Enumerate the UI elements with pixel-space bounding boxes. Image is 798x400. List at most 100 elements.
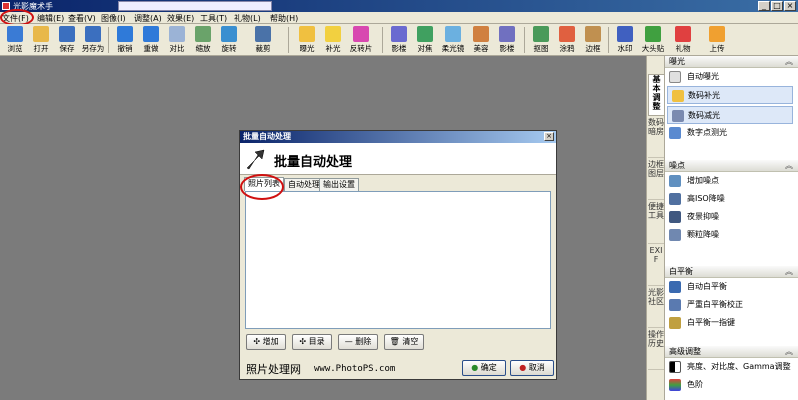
panel-item-grain-denoise[interactable]: 颗粒降噪 [665, 226, 798, 244]
rotate-icon [221, 26, 237, 42]
frame-button[interactable]: 边框 [580, 25, 606, 55]
app-icon [2, 2, 10, 10]
doodle-button[interactable]: 涂鸦 [554, 25, 580, 55]
panel-item-high-iso-denoise[interactable]: 高ISO降噪 [665, 190, 798, 208]
rotate-button[interactable]: 旋转 [216, 25, 242, 55]
footer-brand: 照片处理网 [246, 363, 301, 376]
tab-auto-process[interactable]: 自动处理 [284, 178, 324, 191]
toolbar-label: 影楼 [499, 44, 515, 53]
dialog-close-button[interactable]: × [544, 132, 554, 141]
toolbar-label: 美容 [473, 44, 489, 53]
panel-item-add-noise[interactable]: 增加噪点 [665, 172, 798, 190]
close-button[interactable]: × [784, 1, 796, 11]
toolbar-label: 撤销 [117, 44, 133, 53]
frame-icon [585, 26, 601, 42]
panel-item-fill-light[interactable]: 数码补光 [667, 86, 793, 104]
save-button[interactable]: 保存 [54, 25, 80, 55]
panel-item-strong-wb-correction[interactable]: 严重白平衡校正 [665, 296, 798, 314]
panel-item-reduce-light[interactable]: 数码减光 [667, 106, 793, 124]
menu-gifts[interactable]: 礼物(L) [234, 13, 261, 24]
folder-button[interactable]: ✣ 目录 [292, 334, 332, 350]
watermark-button[interactable]: 水印 [612, 25, 638, 55]
upload-button[interactable]: 上传 [704, 25, 730, 55]
minimize-button[interactable]: _ [758, 1, 770, 11]
cross-icon: ● [519, 363, 529, 372]
menu-tools[interactable]: 工具(T) [200, 13, 227, 24]
compare-icon [169, 26, 185, 42]
vtab-basic-adjust[interactable]: 基本调整 [648, 74, 664, 116]
soft-light-button[interactable]: 柔光镜 [440, 25, 466, 55]
lightbulb-icon [672, 90, 684, 102]
menu-help[interactable]: 帮助(H) [270, 13, 298, 24]
crop-button[interactable]: 裁剪 [250, 25, 276, 55]
eyedropper-icon [669, 317, 681, 329]
grain-icon [669, 229, 681, 241]
panel-item-wb-one-click[interactable]: 白平衡一指键 [665, 314, 798, 332]
collapse-icon[interactable]: ︽ [785, 266, 793, 278]
vtab-community[interactable]: 光影社区 [648, 288, 664, 328]
panel-item-auto-white-balance[interactable]: 自动白平衡 [665, 278, 798, 296]
right-panel: 基本调整 数码暗房 边框图层 便捷工具 EXIF 光影社区 操作历史 曝光 ︽ 自… [646, 56, 798, 400]
ok-button[interactable]: ● 确定 [462, 360, 506, 376]
toolbar-separator [524, 27, 525, 53]
menu-effects[interactable]: 效果(E) [167, 13, 194, 24]
vtab-quick-tools[interactable]: 便捷工具 [648, 202, 664, 244]
plus-icon: ✣ [299, 337, 309, 346]
menu-adjust[interactable]: 调整(A) [134, 13, 162, 24]
reverse-film-button[interactable]: 反转片 [348, 25, 374, 55]
collapse-icon[interactable]: ︽ [785, 346, 793, 358]
vtab-exif[interactable]: EXIF [648, 246, 664, 286]
panel-item-auto-exposure[interactable]: 自动曝光 [665, 68, 798, 86]
beauty-button[interactable]: 美容 [468, 25, 494, 55]
section-header[interactable]: 曝光 ︽ [665, 56, 798, 68]
compare-button[interactable]: 对比 [164, 25, 190, 55]
undo-button[interactable]: 撤销 [112, 25, 138, 55]
section-header[interactable]: 噪点 ︽ [665, 160, 798, 172]
browse-button[interactable]: 浏览 [2, 25, 28, 55]
vtab-frame-layer[interactable]: 边框图层 [648, 160, 664, 200]
toolbar-label: 打开 [33, 44, 49, 53]
add-button[interactable]: ✣ 增加 [246, 334, 286, 350]
focus-icon [417, 26, 433, 42]
trash-icon: 🗑 [389, 337, 403, 346]
menu-edit[interactable]: 编辑(E) [37, 13, 64, 24]
save-as-button[interactable]: 另存为 [80, 25, 106, 55]
gift-button[interactable]: 礼物 [670, 25, 696, 55]
collapse-icon[interactable]: ︽ [785, 56, 793, 68]
maximize-button[interactable]: □ [771, 1, 783, 11]
cutout-button[interactable]: 抠图 [528, 25, 554, 55]
zoom-button[interactable]: 缩放 [190, 25, 216, 55]
toolbar-label: 浏览 [7, 44, 23, 53]
toolbar-label: 反转片 [349, 44, 373, 53]
open-button[interactable]: 打开 [28, 25, 54, 55]
tab-output-settings[interactable]: 输出设置 [319, 178, 359, 191]
batch-process-dialog: 批量自动处理 × 批量自动处理 照片列表 自动处理 输出设置 ✣ 增加 ✣ 目录… [239, 130, 557, 380]
panel-item-brightness-contrast[interactable]: 亮度、对比度、Gamma调整 [665, 358, 798, 376]
studio-button[interactable]: 影楼 [386, 25, 412, 55]
focus-button[interactable]: 对焦 [412, 25, 438, 55]
menu-view[interactable]: 查看(V) [68, 13, 96, 24]
photo-list[interactable] [245, 191, 551, 329]
section-header[interactable]: 白平衡 ︽ [665, 266, 798, 278]
panel-item-levels[interactable]: 色阶 [665, 376, 798, 394]
exposure-icon [299, 26, 315, 42]
save-as-icon [85, 26, 101, 42]
redo-button[interactable]: 重做 [138, 25, 164, 55]
vtab-history[interactable]: 操作历史 [648, 330, 664, 370]
exposure-button[interactable]: 曝光 [294, 25, 320, 55]
vtab-digital-darkroom[interactable]: 数码暗房 [648, 118, 664, 158]
fill-light-button[interactable]: 补光 [320, 25, 346, 55]
delete-button[interactable]: — 删除 [338, 334, 378, 350]
section-header[interactable]: 高级调整 ︽ [665, 346, 798, 358]
panel-item-spot-metering[interactable]: 数字点测光 [665, 124, 798, 142]
upload-icon [709, 26, 725, 42]
menu-image[interactable]: 图像(I) [101, 13, 126, 24]
zoom-icon [195, 26, 211, 42]
collapse-icon[interactable]: ︽ [785, 160, 793, 172]
photo-sticker-button[interactable]: 大头贴 [640, 25, 666, 55]
title-search-box[interactable] [118, 1, 272, 11]
clear-button[interactable]: 🗑 清空 [384, 334, 424, 350]
panel-item-night-denoise[interactable]: 夜景抑噪 [665, 208, 798, 226]
cancel-button[interactable]: ● 取消 [510, 360, 554, 376]
studio2-button[interactable]: 影楼 [494, 25, 520, 55]
